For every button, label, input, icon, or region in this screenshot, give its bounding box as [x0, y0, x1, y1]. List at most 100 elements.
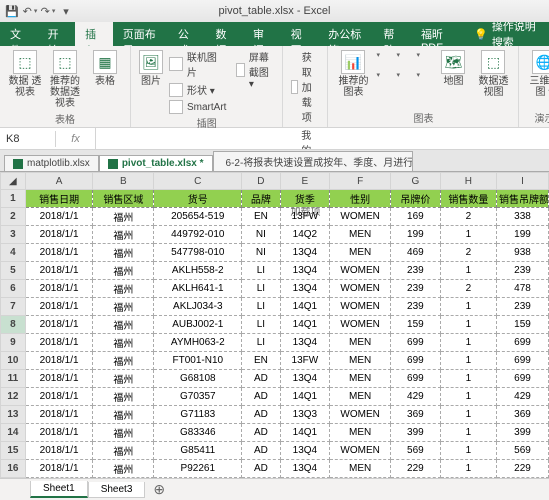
- screenshot-button[interactable]: 屏幕截图 ▾: [234, 48, 276, 91]
- data-cell[interactable]: P92261: [154, 460, 242, 478]
- data-cell[interactable]: WOMEN: [330, 316, 391, 334]
- data-cell[interactable]: 1: [440, 226, 496, 244]
- data-cell[interactable]: MEN: [330, 460, 391, 478]
- maps-button[interactable]: 🗺地图: [434, 48, 472, 89]
- chart-type-4-icon[interactable]: [374, 68, 392, 86]
- data-cell[interactable]: 2018/1/1: [25, 334, 93, 352]
- data-cell[interactable]: 福州: [93, 352, 154, 370]
- data-cell[interactable]: 福州: [93, 244, 154, 262]
- data-cell[interactable]: MEN: [330, 424, 391, 442]
- get-addins-button[interactable]: 获取加载项: [289, 48, 321, 125]
- data-cell[interactable]: LI: [242, 280, 280, 298]
- data-cell[interactable]: 13Q4: [280, 478, 330, 479]
- chart-type-1-icon[interactable]: [374, 48, 392, 66]
- data-cell[interactable]: EN: [242, 208, 280, 226]
- smartart-button[interactable]: SmartArt: [167, 99, 228, 115]
- data-cell[interactable]: 469: [391, 244, 441, 262]
- data-cell[interactable]: WOMEN: [330, 280, 391, 298]
- row-header-5[interactable]: 5: [1, 262, 26, 280]
- data-cell[interactable]: 229: [391, 460, 441, 478]
- data-cell[interactable]: 159: [391, 316, 441, 334]
- 3d-map-button[interactable]: 🌐三维地 图 ▾: [525, 48, 549, 100]
- data-cell[interactable]: 2: [440, 208, 496, 226]
- chart-type-3-icon[interactable]: [414, 48, 432, 66]
- data-cell[interactable]: AD: [242, 370, 280, 388]
- row-header-16[interactable]: 16: [1, 460, 26, 478]
- tab-view[interactable]: 视图: [281, 22, 319, 46]
- data-cell[interactable]: 13FW: [280, 352, 330, 370]
- data-header-cell[interactable]: 销售吊牌额: [497, 190, 549, 208]
- data-cell[interactable]: G70357: [154, 388, 242, 406]
- col-header-D[interactable]: D: [242, 173, 280, 190]
- recommended-pivot-button[interactable]: ⬚推荐的 数据透视表: [46, 48, 84, 111]
- data-cell[interactable]: 239: [391, 280, 441, 298]
- data-cell[interactable]: 2018/1/1: [25, 352, 93, 370]
- col-header-F[interactable]: F: [330, 173, 391, 190]
- data-cell[interactable]: 1: [440, 262, 496, 280]
- data-cell[interactable]: 699: [391, 334, 441, 352]
- data-cell[interactable]: X12195: [154, 478, 242, 479]
- recommended-charts-button[interactable]: 📊推荐的 图表: [334, 48, 372, 100]
- data-cell[interactable]: 14Q1: [280, 424, 330, 442]
- data-cell[interactable]: 13Q4: [280, 460, 330, 478]
- data-cell[interactable]: 1: [440, 370, 496, 388]
- data-cell[interactable]: 699: [391, 370, 441, 388]
- data-cell[interactable]: 1: [440, 424, 496, 442]
- data-cell[interactable]: 2018/1/1: [25, 280, 93, 298]
- data-cell[interactable]: 2018/1/1: [25, 370, 93, 388]
- data-cell[interactable]: 547798-010: [154, 244, 242, 262]
- data-cell[interactable]: 福州: [93, 388, 154, 406]
- data-cell[interactable]: WOMEN: [330, 208, 391, 226]
- data-cell[interactable]: 1: [440, 406, 496, 424]
- row-header-9[interactable]: 9: [1, 334, 26, 352]
- data-cell[interactable]: 938: [497, 244, 549, 262]
- data-cell[interactable]: 13Q4: [280, 442, 330, 460]
- data-cell[interactable]: MEN: [330, 352, 391, 370]
- col-header-I[interactable]: I: [497, 173, 549, 190]
- col-header-B[interactable]: B: [93, 173, 154, 190]
- data-cell[interactable]: 13Q4: [280, 370, 330, 388]
- data-cell[interactable]: 1: [440, 316, 496, 334]
- row-header-11[interactable]: 11: [1, 370, 26, 388]
- data-header-cell[interactable]: 销售日期: [25, 190, 93, 208]
- data-cell[interactable]: MEN: [330, 226, 391, 244]
- tab-formulas[interactable]: 公式: [168, 22, 206, 46]
- data-cell[interactable]: 14Q1: [280, 316, 330, 334]
- data-cell[interactable]: FT001-N10: [154, 352, 242, 370]
- tab-pagelayout[interactable]: 页面布局: [113, 22, 168, 46]
- data-cell[interactable]: NI: [242, 244, 280, 262]
- data-cell[interactable]: 399: [391, 478, 441, 479]
- data-cell[interactable]: AKLJ034-3: [154, 298, 242, 316]
- row-header-8[interactable]: 8: [1, 316, 26, 334]
- workbook-tab-1[interactable]: pivot_table.xlsx *: [99, 155, 213, 171]
- data-cell[interactable]: AYMH063-2: [154, 334, 242, 352]
- data-header-cell[interactable]: 货号: [154, 190, 242, 208]
- data-cell[interactable]: 2018/1/1: [25, 406, 93, 424]
- data-cell[interactable]: 13Q4: [280, 244, 330, 262]
- formula-input[interactable]: [96, 137, 549, 141]
- data-cell[interactable]: 福州: [93, 460, 154, 478]
- data-cell[interactable]: AD: [242, 442, 280, 460]
- data-cell[interactable]: 229: [497, 460, 549, 478]
- data-cell[interactable]: 569: [391, 442, 441, 460]
- tab-home[interactable]: 开始: [38, 22, 76, 46]
- data-cell[interactable]: 2: [440, 280, 496, 298]
- data-cell[interactable]: 199: [391, 226, 441, 244]
- tab-help[interactable]: 帮助: [373, 22, 411, 46]
- col-header-A[interactable]: A: [25, 173, 93, 190]
- data-cell[interactable]: AD: [242, 460, 280, 478]
- data-cell[interactable]: 福州: [93, 478, 154, 479]
- data-cell[interactable]: AD: [242, 406, 280, 424]
- tab-insert[interactable]: 插入: [75, 22, 113, 46]
- data-cell[interactable]: 福州: [93, 334, 154, 352]
- qat-customize-icon[interactable]: ▾: [58, 3, 74, 19]
- data-cell[interactable]: 14Q1: [280, 388, 330, 406]
- data-cell[interactable]: AKLH558-2: [154, 262, 242, 280]
- pivot-chart-button[interactable]: ⬚数据透视图: [474, 48, 512, 100]
- chart-type-6-icon[interactable]: [414, 68, 432, 86]
- data-cell[interactable]: 福州: [93, 298, 154, 316]
- col-header-C[interactable]: C: [154, 173, 242, 190]
- data-cell[interactable]: MEN: [330, 388, 391, 406]
- data-cell[interactable]: 478: [497, 280, 549, 298]
- data-cell[interactable]: 399: [497, 424, 549, 442]
